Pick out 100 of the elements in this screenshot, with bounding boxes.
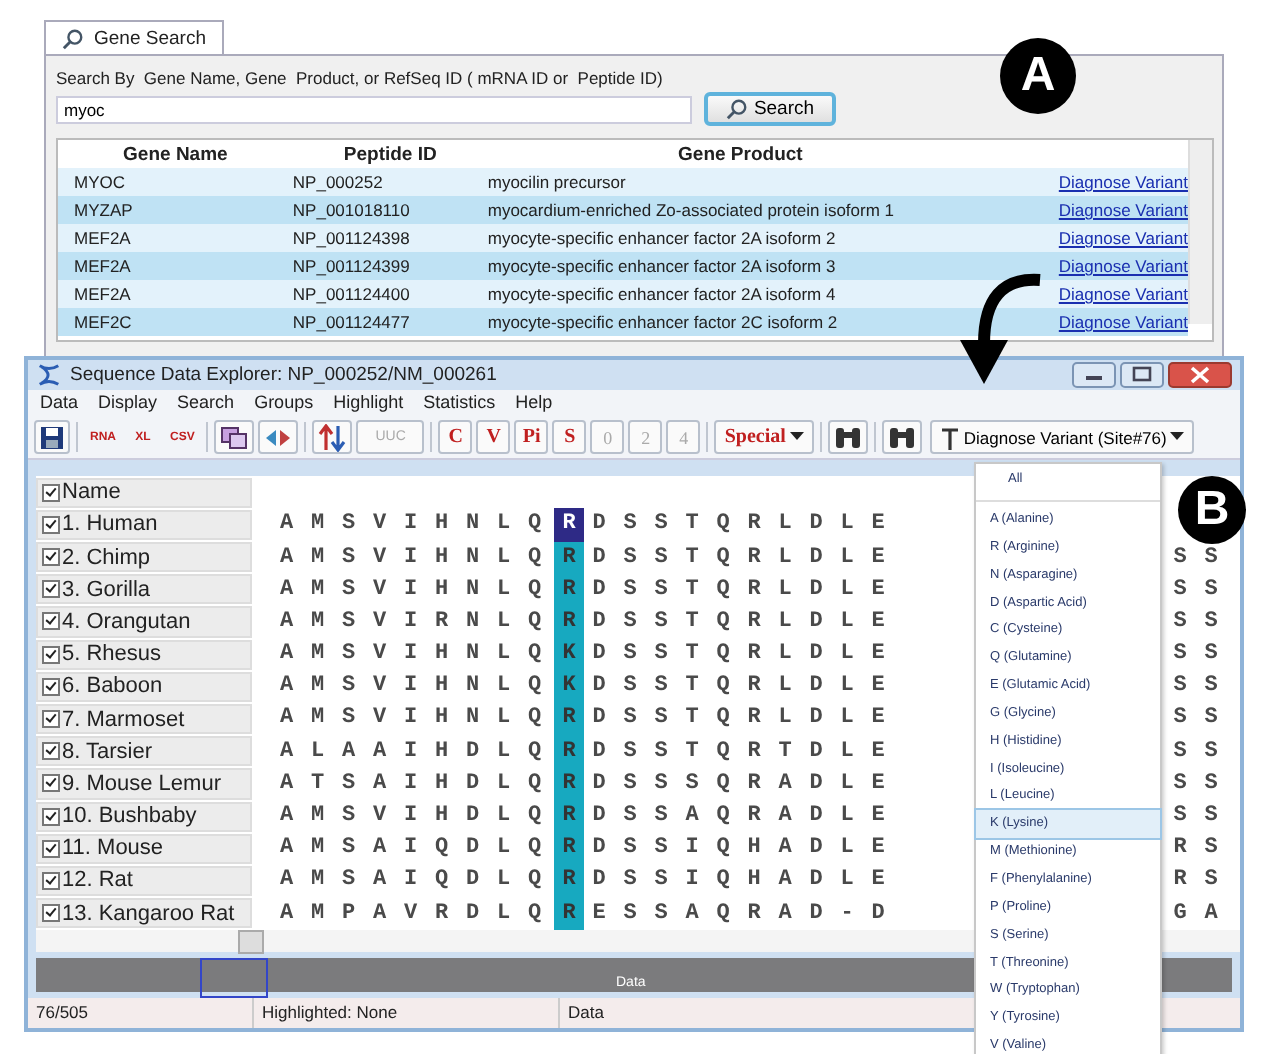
checkbox[interactable] bbox=[42, 645, 60, 664]
name-header[interactable]: Name bbox=[36, 477, 252, 508]
table-row[interactable]: MEF2A NP_001124400 myocyte-specific enhancer factor 2A isoform 4 Diagnose Variant bbox=[58, 280, 1188, 308]
copy-icon bbox=[220, 425, 249, 449]
checkbox[interactable] bbox=[42, 548, 60, 567]
sequence-name-cell[interactable]: 11. Mouse bbox=[36, 833, 252, 864]
highlighted-residue[interactable]: R bbox=[553, 735, 585, 768]
status-field: Highlighted: None bbox=[254, 998, 560, 1028]
arrows-button[interactable] bbox=[258, 420, 299, 454]
sequence-name-cell[interactable]: 9. Mouse Lemur bbox=[36, 768, 252, 799]
checkbox[interactable] bbox=[42, 677, 60, 696]
menu-item[interactable]: Search bbox=[177, 392, 235, 413]
checkbox[interactable] bbox=[42, 807, 60, 826]
residue-sequence: R S bbox=[1171, 866, 1220, 897]
find-button[interactable] bbox=[827, 420, 868, 454]
caret-icon bbox=[1170, 432, 1185, 442]
sequence-name-cell[interactable]: 13. Kangaroo Rat bbox=[36, 898, 252, 929]
highlighted-residue[interactable]: R bbox=[553, 541, 585, 574]
diagnose-variant-link[interactable]: Diagnose Variant bbox=[1058, 172, 1188, 192]
column-header[interactable]: Peptide ID bbox=[292, 143, 488, 165]
menu-item[interactable]: Help bbox=[515, 392, 553, 413]
statistic-button[interactable]: V bbox=[476, 420, 511, 454]
checkbox[interactable] bbox=[42, 839, 60, 858]
highlighted-residue[interactable]: K bbox=[553, 670, 585, 703]
menu-item[interactable]: Data bbox=[40, 392, 79, 413]
residue-sequence: A L A A I H D L Q bbox=[278, 737, 544, 768]
scrollbar[interactable] bbox=[1188, 140, 1212, 324]
sequence-name: 1. Human bbox=[62, 512, 158, 537]
special-button[interactable]: Special bbox=[714, 420, 814, 454]
checkbox[interactable] bbox=[42, 580, 60, 599]
menu-item[interactable]: Statistics bbox=[423, 392, 496, 413]
find-next-button[interactable] bbox=[881, 420, 922, 454]
gene-search-tab[interactable]: Gene Search bbox=[44, 20, 224, 56]
checkbox[interactable] bbox=[42, 515, 60, 534]
sequence-name-cell[interactable]: 10. Bushbaby bbox=[36, 801, 252, 832]
maximize-icon[interactable] bbox=[1120, 361, 1164, 388]
residue-sequence: A M S A I Q D L Q bbox=[278, 834, 544, 865]
menu-item[interactable]: Highlight bbox=[333, 392, 404, 413]
highlighted-residue[interactable]: K bbox=[553, 638, 585, 671]
diagnose-variant-dropdown[interactable]: Diagnose Variant (Site#76) bbox=[929, 420, 1195, 454]
residue-sequence: G A bbox=[1171, 899, 1220, 930]
column-header[interactable]: Gene Product bbox=[487, 143, 994, 165]
column-header[interactable]: Gene Name bbox=[58, 143, 293, 165]
menu-item[interactable]: Display bbox=[98, 392, 158, 413]
table-row[interactable]: MYZAP NP_001018110 myocardium-enriched Zo-associated protein isoform 1 Diagnose Variant bbox=[58, 196, 1188, 224]
highlighted-residue[interactable]: R bbox=[553, 605, 585, 639]
highlighted-residue[interactable]: R bbox=[553, 800, 585, 833]
diagnose-variant-link[interactable]: Diagnose Variant bbox=[1058, 284, 1188, 304]
table-row[interactable]: MYOC NP_000252 myocilin precursor Diagnose Variant bbox=[58, 168, 1188, 196]
highlighted-residue[interactable]: R bbox=[553, 767, 585, 801]
statistic-button[interactable]: Pi bbox=[514, 420, 549, 454]
statistic-button[interactable]: S bbox=[552, 420, 587, 454]
copy-button[interactable] bbox=[214, 420, 255, 454]
residue-sequence: D S S T Q R L D L E bbox=[590, 640, 888, 671]
sequence-name-cell[interactable]: 1. Human bbox=[36, 509, 252, 540]
menu-item[interactable]: Groups bbox=[254, 392, 314, 413]
sequence-name-cell[interactable]: 6. Baboon bbox=[36, 671, 252, 702]
highlighted-residue[interactable]: R bbox=[553, 508, 585, 542]
checkbox[interactable] bbox=[42, 904, 60, 923]
table-row[interactable]: MEF2A NP_001124398 myocyte-specific enhancer factor 2A isoform 2 Diagnose Variant bbox=[58, 224, 1188, 252]
residue-sequence: D S S T Q R L D L E bbox=[590, 510, 888, 541]
checkbox[interactable] bbox=[42, 612, 60, 631]
sequence-name-cell[interactable]: 2. Chimp bbox=[36, 542, 252, 573]
diagnose-variant-link[interactable]: Diagnose Variant bbox=[1058, 312, 1188, 332]
sequence-name-cell[interactable]: 4. Orangutan bbox=[36, 606, 252, 638]
sort-button[interactable] bbox=[312, 420, 353, 454]
table-row[interactable]: MEF2C NP_001124477 myocyte-specific enhancer factor 2C isoform 2 Diagnose Variant bbox=[58, 308, 1188, 336]
table-row[interactable]: MEF2A NP_001124399 myocyte-specific enhancer factor 2A isoform 3 Diagnose Variant bbox=[58, 252, 1188, 280]
checkbox[interactable] bbox=[42, 483, 60, 502]
sequence-name-cell[interactable]: 3. Gorilla bbox=[36, 574, 252, 605]
statistic-button[interactable]: C bbox=[438, 420, 473, 454]
checkbox[interactable] bbox=[42, 742, 60, 761]
highlighted-residue[interactable]: R bbox=[553, 897, 585, 930]
search-button[interactable]: Search bbox=[704, 92, 836, 126]
residue-sequence: A M S A I Q D L Q bbox=[278, 866, 544, 897]
highlighted-residue[interactable]: R bbox=[553, 832, 585, 865]
diagnose-variant-link[interactable]: Diagnose Variant bbox=[1058, 228, 1188, 248]
sequence-name-cell[interactable]: 7. Marmoset bbox=[36, 703, 252, 735]
checkbox[interactable] bbox=[42, 774, 60, 793]
diagnose-variant-link[interactable]: Diagnose Variant bbox=[1058, 200, 1188, 220]
highlighted-residue[interactable]: R bbox=[553, 573, 585, 606]
sequence-name-cell[interactable]: 5. Rhesus bbox=[36, 639, 252, 670]
save-button[interactable] bbox=[34, 420, 70, 454]
diagnose-variant-link[interactable]: Diagnose Variant bbox=[1058, 256, 1188, 276]
highlighted-residue[interactable]: R bbox=[553, 864, 585, 898]
checkbox[interactable] bbox=[42, 710, 60, 729]
caret-icon bbox=[789, 432, 804, 442]
close-icon[interactable] bbox=[1168, 361, 1232, 388]
residue-sequence: A M P A V R D L Q bbox=[278, 899, 544, 930]
search-field[interactable]: myoc bbox=[56, 95, 692, 123]
sequence-name-cell[interactable]: 8. Tarsier bbox=[36, 736, 252, 767]
minimize-icon[interactable] bbox=[1072, 361, 1116, 388]
checkbox[interactable] bbox=[42, 871, 60, 890]
table-cell-text: myocyte-specific enhancer factor 2A isoform 4 bbox=[487, 284, 838, 304]
table-cell-text: myocyte-specific enhancer factor 2C isoform 2 bbox=[487, 312, 840, 332]
sequence-name-cell[interactable]: 12. Rat bbox=[36, 865, 252, 897]
highlighted-residue[interactable]: R bbox=[553, 702, 585, 736]
viewport-frame[interactable] bbox=[200, 957, 268, 998]
table-cell-text: NP_001124400 bbox=[292, 284, 412, 304]
status-field: 76/505 bbox=[28, 998, 254, 1028]
